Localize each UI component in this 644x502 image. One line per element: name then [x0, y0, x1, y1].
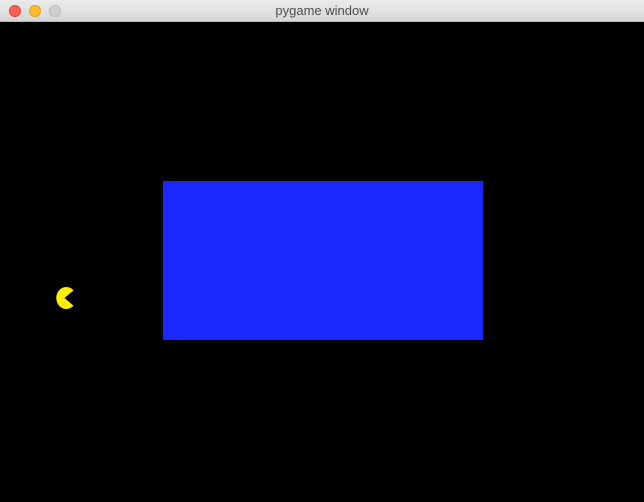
- game-scene: [4, 22, 640, 502]
- pygame-window: pygame window: [0, 0, 644, 502]
- blue-rectangle: [163, 181, 483, 340]
- game-canvas[interactable]: [4, 22, 640, 502]
- window-title: pygame window: [275, 3, 369, 18]
- title-bar[interactable]: pygame window: [0, 0, 644, 22]
